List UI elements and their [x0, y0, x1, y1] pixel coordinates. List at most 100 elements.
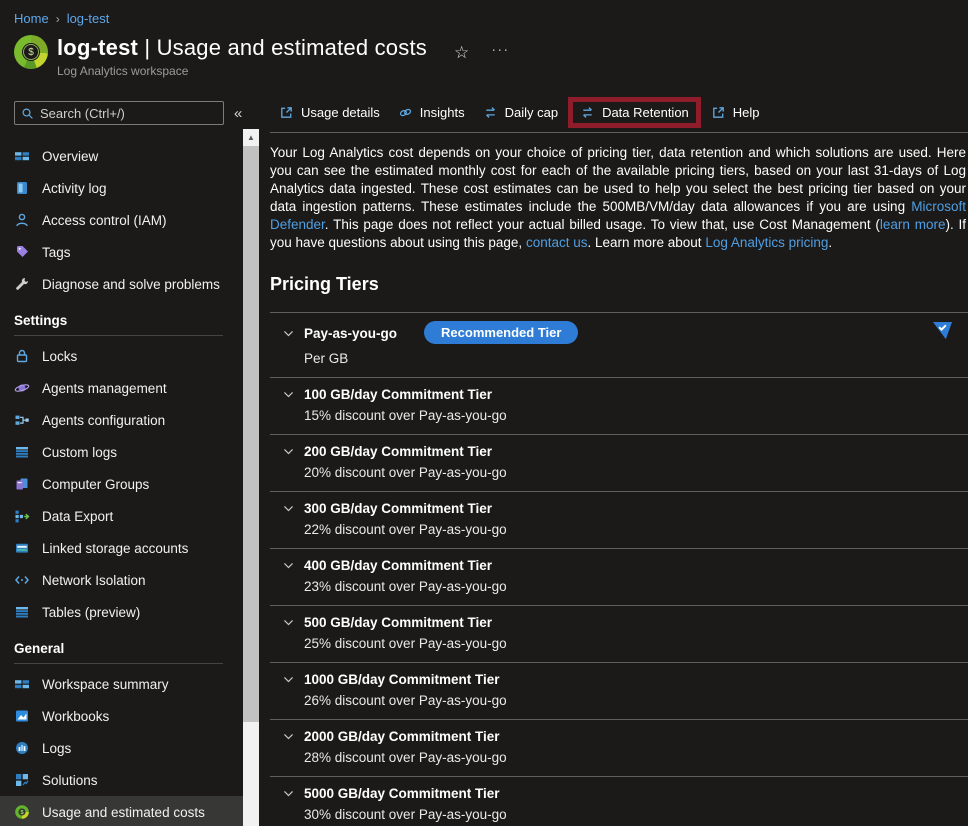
favorite-star-icon[interactable]: ☆ — [454, 43, 469, 63]
scroll-up-arrow-icon[interactable]: ▲ — [243, 129, 259, 146]
sidebar-item-agents-management[interactable]: Agents management — [0, 372, 243, 404]
pricing-tier-list: Pay-as-you-goRecommended TierPer GB100 G… — [270, 312, 968, 826]
tier-row-300-gb-day-commitment-tier[interactable]: 300 GB/day Commitment Tier 22% discount o… — [270, 491, 968, 548]
tier-row-500-gb-day-commitment-tier[interactable]: 500 GB/day Commitment Tier25% discount o… — [270, 605, 968, 662]
sidebar-item-locks[interactable]: Locks — [0, 340, 243, 372]
toolbar-button-help[interactable]: Help — [702, 99, 769, 126]
tier-name: 5000 GB/day Commitment Tier — [304, 786, 500, 801]
sidebar-menu: OverviewActivity logAccess control (IAM)… — [0, 140, 243, 826]
sidebar-item-overview[interactable]: Overview — [0, 140, 243, 172]
breadcrumb-home-link[interactable]: Home — [14, 11, 49, 26]
sidebar-item-usage-and-estimated-costs[interactable]: $Usage and estimated costs — [0, 796, 243, 826]
main-content: Usage detailsInsightsDaily cap Data Reten… — [259, 92, 968, 826]
sidebar-item-label: Workbooks — [42, 709, 109, 724]
swap-arrows-icon — [483, 105, 498, 120]
tags-icon — [14, 244, 30, 260]
sidebar-section-general: General — [0, 628, 243, 663]
custom-logs-icon — [14, 444, 30, 460]
search-input[interactable] — [40, 106, 217, 121]
sidebar-item-label: Diagnose and solve problems — [42, 277, 220, 292]
tier-row-pay-as-you-go[interactable]: Pay-as-you-goRecommended TierPer GB — [270, 312, 968, 377]
sidebar-item-access-control-iam[interactable]: Access control (IAM) — [0, 204, 243, 236]
more-options-icon[interactable]: ··· — [491, 41, 509, 58]
external-link-icon — [279, 105, 294, 120]
sidebar-item-logs[interactable]: Logs — [0, 732, 243, 764]
chevron-down-icon[interactable] — [282, 730, 295, 743]
tier-subtitle: 23% discount over Pay-as-you-go — [304, 579, 968, 594]
tables-preview-icon — [14, 604, 30, 620]
sidebar-item-tags[interactable]: Tags — [0, 236, 243, 268]
sidebar-item-label: Data Export — [42, 509, 113, 524]
tier-row-1000-gb-day-commitment-tier[interactable]: 1000 GB/day Commitment Tier26% discount … — [270, 662, 968, 719]
tier-name: 300 GB/day Commitment Tier — [304, 501, 492, 516]
sidebar-item-custom-logs[interactable]: Custom logs — [0, 436, 243, 468]
tier-row-200-gb-day-commitment-tier[interactable]: 200 GB/day Commitment Tier20% discount o… — [270, 434, 968, 491]
external-link-icon — [711, 105, 726, 120]
tier-row-100-gb-day-commitment-tier[interactable]: 100 GB/day Commitment Tier15% discount o… — [270, 377, 968, 434]
sidebar-item-activity-log[interactable]: Activity log — [0, 172, 243, 204]
tier-name: 500 GB/day Commitment Tier — [304, 615, 492, 630]
toolbar-button-usage-details[interactable]: Usage details — [270, 99, 389, 126]
sidebar-item-workbooks[interactable]: Workbooks — [0, 700, 243, 732]
tier-row-2000-gb-day-commitment-tier[interactable]: 2000 GB/day Commitment Tier28% discount … — [270, 719, 968, 776]
tier-row-5000-gb-day-commitment-tier[interactable]: 5000 GB/day Commitment Tier30% discount … — [270, 776, 968, 826]
sidebar-scrollbar[interactable]: ▲ — [243, 129, 259, 826]
tier-row-400-gb-day-commitment-tier[interactable]: 400 GB/day Commitment Tier23% discount o… — [270, 548, 968, 605]
toolbar-button-insights[interactable]: Insights — [389, 99, 474, 126]
recommended-tier-badge: Recommended Tier — [424, 321, 578, 344]
page-title: log-test | Usage and estimated costs — [57, 35, 427, 61]
agents-configuration-icon — [14, 412, 30, 428]
sidebar-item-tables-preview[interactable]: Tables (preview) — [0, 596, 243, 628]
sidebar-item-workspace-summary[interactable]: Workspace summary — [0, 668, 243, 700]
sidebar-item-label: Agents configuration — [42, 413, 165, 428]
chevron-down-icon[interactable] — [282, 673, 295, 686]
sidebar-search-box[interactable] — [14, 101, 224, 125]
chevron-down-icon[interactable] — [282, 616, 295, 629]
toolbar-button-data-retention[interactable]: Data Retention — [568, 97, 701, 128]
chevron-down-icon[interactable] — [282, 787, 295, 800]
sidebar-item-computer-groups[interactable]: Computer Groups — [0, 468, 243, 500]
scrollbar-thumb[interactable] — [243, 146, 259, 722]
sidebar-item-diagnose-and-solve-problems[interactable]: Diagnose and solve problems — [0, 268, 243, 300]
breadcrumb-workspace-link[interactable]: log-test — [67, 11, 110, 26]
sidebar: « OverviewActivity logAccess control (IA… — [0, 92, 243, 826]
activity-log-icon — [14, 180, 30, 196]
chevron-down-icon[interactable] — [282, 502, 295, 515]
chevron-down-icon[interactable] — [282, 559, 295, 572]
linked-storage-icon — [14, 540, 30, 556]
tier-subtitle: 22% discount over Pay-as-you-go — [304, 522, 968, 537]
logs-icon — [14, 740, 30, 756]
chevron-down-icon[interactable] — [282, 388, 295, 401]
link-log-analytics-pricing[interactable]: Log Analytics pricing — [705, 235, 828, 250]
sidebar-item-label: Agents management — [42, 381, 167, 396]
description-text: Your Log Analytics cost depends on your … — [270, 145, 966, 214]
access-control-icon — [14, 212, 30, 228]
search-icon — [21, 107, 34, 120]
insights-icon — [398, 105, 413, 120]
sidebar-item-linked-storage-accounts[interactable]: Linked storage accounts — [0, 532, 243, 564]
collapse-sidebar-icon[interactable]: « — [234, 105, 242, 122]
link-learn-more[interactable]: learn more — [880, 217, 946, 232]
tier-subtitle: 28% discount over Pay-as-you-go — [304, 750, 968, 765]
tier-name: 200 GB/day Commitment Tier — [304, 444, 492, 459]
link-contact-us[interactable]: contact us — [526, 235, 588, 250]
sidebar-item-data-export[interactable]: Data Export — [0, 500, 243, 532]
toolbar-button-label: Data Retention — [602, 105, 689, 120]
sidebar-item-label: Linked storage accounts — [42, 541, 188, 556]
swap-arrows-icon — [580, 105, 595, 120]
sidebar-item-agents-configuration[interactable]: Agents configuration — [0, 404, 243, 436]
cost-description-text: Your Log Analytics cost depends on your … — [270, 144, 968, 252]
sidebar-item-label: Workspace summary — [42, 677, 169, 692]
tier-name: 100 GB/day Commitment Tier — [304, 387, 492, 402]
tier-subtitle: 26% discount over Pay-as-you-go — [304, 693, 968, 708]
sidebar-item-label: Solutions — [42, 773, 98, 788]
description-text: . — [828, 235, 832, 250]
toolbar-button-daily-cap[interactable]: Daily cap — [474, 99, 567, 126]
toolbar-button-label: Help — [733, 105, 760, 120]
toolbar: Usage detailsInsightsDaily cap Data Reten… — [270, 92, 968, 133]
sidebar-item-network-isolation[interactable]: Network Isolation — [0, 564, 243, 596]
chevron-down-icon[interactable] — [282, 327, 295, 340]
chevron-down-icon[interactable] — [282, 445, 295, 458]
sidebar-item-solutions[interactable]: Solutions — [0, 764, 243, 796]
sidebar-item-label: Locks — [42, 349, 77, 364]
